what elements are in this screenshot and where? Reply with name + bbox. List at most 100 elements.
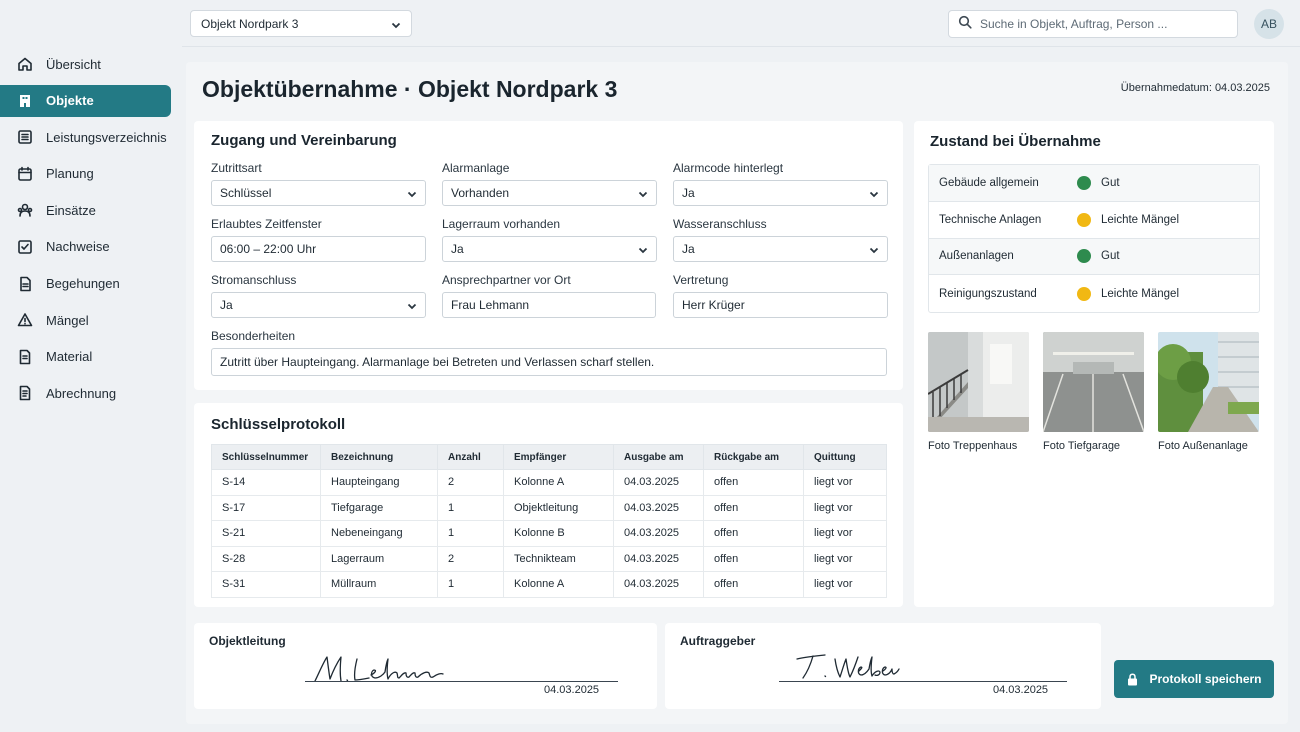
column-header: Empfänger xyxy=(503,444,614,470)
calendar-icon xyxy=(17,166,33,182)
table-cell: liegt vor xyxy=(803,469,887,496)
zutrittsart-select[interactable]: Schlüssel xyxy=(211,180,426,206)
status-dot-icon xyxy=(1077,175,1091,190)
field-label: Wasseranschluss xyxy=(673,217,767,231)
lock-icon xyxy=(1128,672,1138,685)
vertretung-input[interactable]: Herr Krüger xyxy=(673,292,888,318)
photo-gallery: Foto Treppenhaus Foto Tiefgarage Foto Au… xyxy=(928,332,1259,452)
field-label: Erlaubtes Zeitfenster xyxy=(211,217,322,231)
select-value: Schlüssel xyxy=(220,186,272,200)
select-value: Ja xyxy=(220,298,233,312)
sidebar-item-label: Einsätze xyxy=(46,202,96,218)
condition-row: Reinigungszustand Leichte Mängel xyxy=(929,275,1259,312)
avatar[interactable]: AB xyxy=(1254,9,1284,39)
sidebar-item-label: Übersicht xyxy=(46,56,101,72)
field-zeitfenster: Erlaubtes Zeitfenster 06:00 – 22:00 Uhr xyxy=(211,217,426,262)
table-cell: 2 xyxy=(437,469,504,496)
table-cell: Haupteingang xyxy=(320,469,438,496)
table-cell: 1 xyxy=(437,571,504,598)
sidebar-nav: Übersicht Objekte Leistungsverzeichnis P… xyxy=(0,48,182,414)
signature-lehmann[interactable] xyxy=(309,651,449,685)
table-cell: 04.03.2025 xyxy=(613,571,704,598)
chevron-down-icon xyxy=(407,188,417,198)
column-header: Quittung xyxy=(803,444,887,470)
select-value: Ja xyxy=(451,242,464,256)
status-dot-icon xyxy=(1077,286,1091,301)
sidebar-item-label: Material xyxy=(46,349,93,365)
page-title: Objektübernahme · Objekt Nordpark 3 xyxy=(202,76,618,102)
photo-staircase[interactable]: Foto Treppenhaus xyxy=(928,332,1029,452)
photo-outdoor[interactable]: Foto Außenanlage xyxy=(1158,332,1259,452)
table-cell: S-28 xyxy=(211,545,321,572)
table-cell: 2 xyxy=(437,545,504,572)
save-button-label: Protokoll speichern xyxy=(1149,672,1262,686)
photo-garage[interactable]: Foto Tiefgarage xyxy=(1043,332,1144,452)
garage-photo-image xyxy=(1043,332,1144,432)
status-dot-icon xyxy=(1077,212,1091,227)
photo-caption: Foto Tiefgarage xyxy=(1043,440,1121,452)
sidebar-item-begehungen[interactable]: Begehungen xyxy=(0,268,171,300)
sidebar-item-einsaetze[interactable]: Einsätze xyxy=(0,194,171,226)
besonderheiten-input[interactable]: Zutritt über Haupteingang. Alarmanlage b… xyxy=(211,348,887,376)
invoice-icon xyxy=(17,385,33,401)
warning-icon xyxy=(17,312,33,328)
table-row[interactable]: S-31 Müllraum 1 Kolonne A 04.03.2025 off… xyxy=(211,571,887,598)
strom-select[interactable]: Ja xyxy=(211,292,426,318)
condition-table: Gebäude allgemein Gut Technische Anlagen… xyxy=(928,164,1260,314)
condition-status: Gut xyxy=(1101,176,1120,189)
takeover-date: Übernahmedatum: 04.03.2025 xyxy=(1120,82,1270,94)
condition-name: Technische Anlagen xyxy=(939,213,1042,226)
field-label: Vertretung xyxy=(673,273,729,287)
sidebar-item-objekte[interactable]: Objekte xyxy=(0,84,171,117)
field-label: Alarmanlage xyxy=(442,161,510,175)
table-cell: S-17 xyxy=(211,494,321,521)
signature-weber[interactable] xyxy=(791,649,901,683)
sidebar-item-label: Objekte xyxy=(46,93,94,109)
alarmanlage-select[interactable]: Vorhanden xyxy=(442,180,657,206)
sidebar-item-maengel[interactable]: Mängel xyxy=(0,304,171,336)
staircase-photo-image xyxy=(928,332,1029,432)
table-cell: liegt vor xyxy=(803,494,887,521)
sidebar-item-leistungsverzeichnis[interactable]: Leistungsverzeichnis xyxy=(0,121,171,153)
condition-row: Außenanlagen Gut xyxy=(929,238,1259,276)
table-cell: offen xyxy=(703,571,804,598)
table-cell: Technikteam xyxy=(503,545,614,572)
sidebar-item-abrechnung[interactable]: Abrechnung xyxy=(0,377,171,409)
alarmcode-select[interactable]: Ja xyxy=(673,180,888,206)
field-ansprechpartner: Ansprechpartner vor Ort Frau Lehmann xyxy=(442,273,656,318)
table-row[interactable]: S-28 Lagerraum 2 Technikteam 04.03.2025 … xyxy=(211,545,887,572)
sidebar-item-label: Mängel xyxy=(46,312,89,328)
wasser-select[interactable]: Ja xyxy=(673,236,888,262)
signature-auftraggeber-card: Auftraggeber 04.03.2025 xyxy=(665,623,1101,709)
sidebar-item-nachweise[interactable]: Nachweise xyxy=(0,231,171,263)
table-cell: S-21 xyxy=(211,520,321,547)
object-select[interactable]: Objekt Nordpark 3 xyxy=(190,10,412,37)
list-icon xyxy=(17,129,33,145)
search-input[interactable] xyxy=(980,17,1220,31)
home-icon xyxy=(17,56,33,72)
field-zutrittsart: Zutrittsart Schlüssel xyxy=(211,161,426,206)
table-row[interactable]: S-17 Tiefgarage 1 Objektleitung 04.03.20… xyxy=(211,494,887,521)
save-protocol-button[interactable]: Protokoll speichern xyxy=(1114,660,1274,698)
lagerraum-select[interactable]: Ja xyxy=(442,236,657,262)
signature-objektleitung-card: Objektleitung 04.03.2025 xyxy=(194,623,657,709)
table-header-row: Schlüsselnummer Bezeichnung Anzahl Empfä… xyxy=(211,444,887,470)
chevron-down-icon xyxy=(638,188,648,198)
chevron-down-icon xyxy=(869,188,879,198)
input-value: 06:00 – 22:00 Uhr xyxy=(220,242,317,256)
table-row[interactable]: S-21 Nebeneingang 1 Kolonne B 04.03.2025… xyxy=(211,520,887,547)
field-vertretung: Vertretung Herr Krüger xyxy=(673,273,888,318)
sidebar-item-uebersicht[interactable]: Übersicht xyxy=(0,48,171,80)
sidebar-item-planung[interactable]: Planung xyxy=(0,158,171,190)
condition-row: Gebäude allgemein Gut xyxy=(929,165,1259,202)
table-row[interactable]: S-14 Haupteingang 2 Kolonne A 04.03.2025… xyxy=(211,469,887,496)
ansprechpartner-input[interactable]: Frau Lehmann xyxy=(442,292,656,318)
table-cell: 04.03.2025 xyxy=(613,545,704,572)
document-icon xyxy=(17,349,33,365)
status-dot-icon xyxy=(1077,249,1091,264)
zeitfenster-input[interactable]: 06:00 – 22:00 Uhr xyxy=(211,236,426,262)
signature-line xyxy=(779,681,1067,682)
key-protocol-card: Schlüsselprotokoll Schlüsselnummer Bezei… xyxy=(194,403,903,607)
sidebar-item-material[interactable]: Material xyxy=(0,341,171,373)
table-cell: Müllraum xyxy=(320,571,438,598)
